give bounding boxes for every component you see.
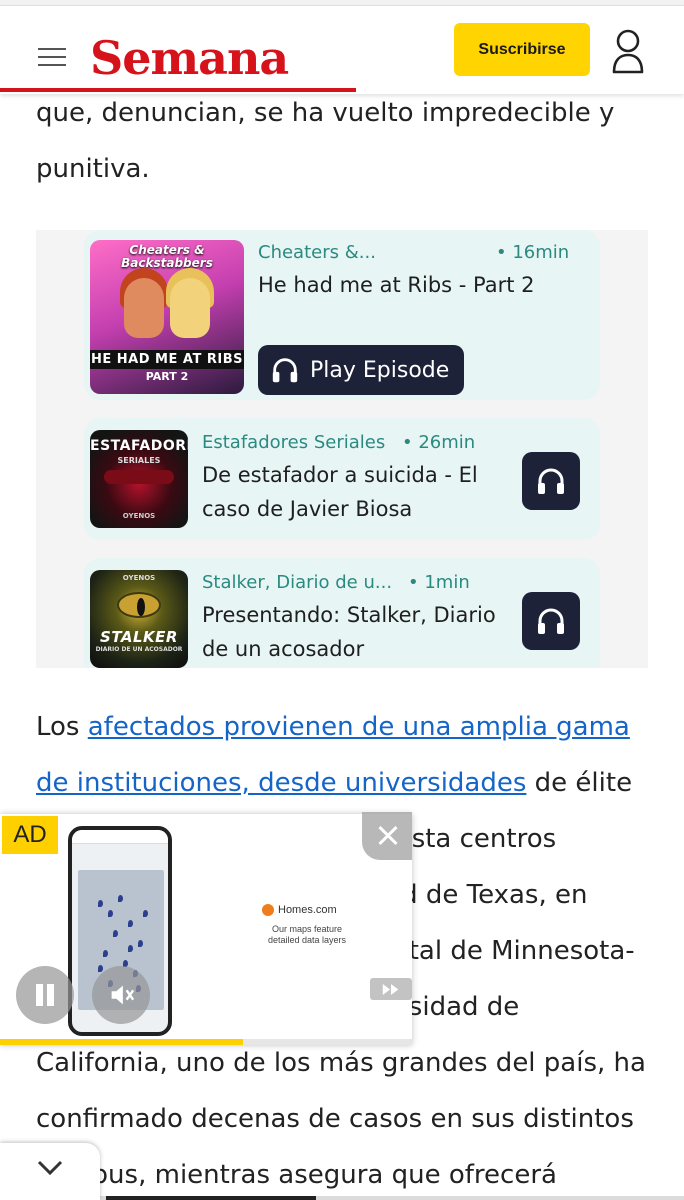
bottom-scroll-indicator	[60, 1196, 684, 1200]
podcast-show-name[interactable]: Estafadores Seriales	[202, 432, 385, 453]
article-paragraph: California, uno de los más grandes del p…	[36, 1048, 646, 1190]
hamburger-menu-icon[interactable]	[38, 46, 66, 68]
map-pin	[143, 910, 148, 917]
podcast-widget: Cheaters & Backstabbers HE HAD ME AT RIB…	[36, 230, 648, 668]
play-button[interactable]	[522, 592, 580, 650]
podcast-cover-stalker: OYENOS STALKER DIARIO DE UN ACOSADOR	[90, 570, 188, 668]
ad-brand-name: Homes.com	[278, 904, 337, 916]
ad-badge: AD	[2, 816, 58, 854]
cover-title: STALKER	[100, 628, 178, 646]
map-pin	[113, 930, 118, 937]
podcast-duration: • 16min	[496, 242, 570, 263]
ad-tagline: Our maps feature detailed data layers	[267, 924, 347, 945]
close-icon[interactable]	[362, 812, 412, 860]
site-logo[interactable]: Semana	[90, 32, 289, 84]
map-pin	[103, 950, 108, 957]
headphones-icon	[538, 468, 564, 494]
cover-illustration	[117, 592, 161, 618]
site-header: Semana Suscribirse	[0, 6, 684, 94]
play-button[interactable]	[522, 452, 580, 510]
podcast-card[interactable]: ESTAFADORE$ SERIALES OYENOS Estafadores …	[84, 418, 600, 540]
play-episode-button[interactable]: Play Episode	[258, 345, 464, 395]
map-pin	[138, 940, 143, 947]
podcast-cover-cheaters: Cheaters & Backstabbers HE HAD ME AT RIB…	[90, 240, 244, 394]
map-pin	[128, 945, 133, 952]
subscribe-button[interactable]: Suscribirse	[454, 23, 590, 76]
map-pin	[108, 910, 113, 917]
map-pin	[98, 965, 103, 972]
podcast-episode-title[interactable]: Presentando: Stalker, Diario de un acosa…	[202, 598, 502, 666]
ad-progress-bar	[0, 1039, 412, 1045]
collapse-ad-tab[interactable]	[0, 1143, 100, 1200]
podcast-card-featured[interactable]: Cheaters & Backstabbers HE HAD ME AT RIB…	[84, 230, 600, 400]
fast-forward-icon[interactable]	[370, 978, 412, 1000]
ad-brand-logo: Homes.com	[262, 904, 337, 916]
podcast-episode-title[interactable]: De estafador a suicida - El caso de Javi…	[202, 458, 502, 526]
headphones-icon	[538, 608, 564, 634]
article-paragraph-intro: que, denuncian, se ha vuelto impredecibl…	[36, 98, 615, 184]
video-ad-overlay[interactable]: AD Homes.com Our maps feature detailed d…	[0, 812, 412, 1045]
map-pin	[98, 900, 103, 907]
map-pin	[118, 895, 123, 902]
paragraph-text: Los	[36, 712, 88, 742]
map-pin	[128, 920, 133, 927]
cover-title: ESTAFADORE$	[90, 438, 188, 454]
user-profile-icon[interactable]	[610, 28, 646, 76]
play-episode-label: Play Episode	[310, 357, 450, 383]
podcast-cover-estafadores: ESTAFADORE$ SERIALES OYENOS	[90, 430, 188, 528]
pause-icon[interactable]	[16, 966, 74, 1024]
podcast-duration: • 1min	[408, 572, 470, 593]
cover-brand: Cheaters & Backstabbers	[121, 243, 213, 270]
cover-title: HE HAD ME AT RIBS	[90, 350, 244, 369]
cover-publisher: OYENOS	[122, 512, 156, 520]
podcast-episode-title[interactable]: He had me at Ribs - Part 2	[258, 268, 578, 302]
cover-publisher: OYENOS	[122, 574, 156, 582]
cover-subtitle: SERIALES	[117, 456, 161, 465]
podcast-duration: • 26min	[402, 432, 476, 453]
cover-illustration	[120, 268, 216, 348]
cover-part: PART 2	[145, 370, 189, 383]
logo-underline	[0, 88, 356, 92]
cover-subtitle: DIARIO DE UN ACOSADOR	[95, 646, 183, 653]
speaker-muted-icon[interactable]	[92, 966, 150, 1024]
chevron-down-icon	[37, 1160, 63, 1176]
homes-logo-icon	[262, 904, 274, 916]
podcast-card[interactable]: OYENOS STALKER DIARIO DE UN ACOSADOR Sta…	[84, 558, 600, 668]
podcast-show-name[interactable]: Cheaters &...	[258, 242, 376, 263]
headphones-icon	[272, 358, 298, 383]
cover-illustration	[104, 470, 174, 484]
podcast-show-name[interactable]: Stalker, Diario de u...	[202, 572, 392, 593]
